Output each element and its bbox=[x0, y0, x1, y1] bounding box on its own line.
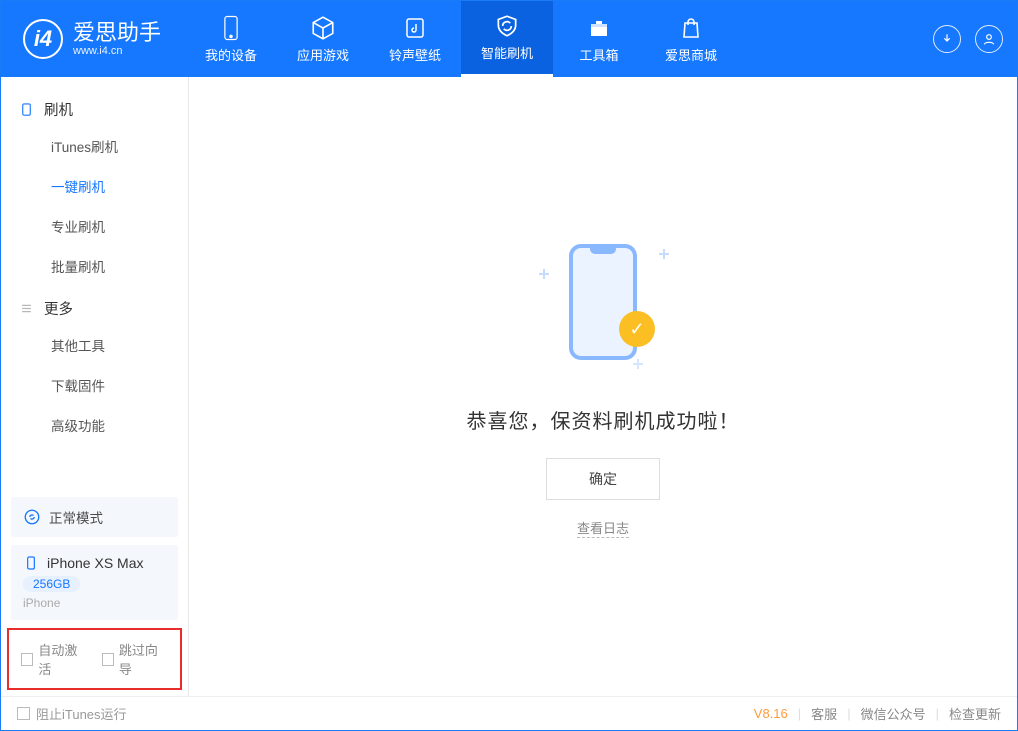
checkbox-auto-activate[interactable]: 自动激活 bbox=[21, 640, 88, 678]
header-right bbox=[933, 25, 1003, 53]
sidebar-item-oneclick-flash[interactable]: 一键刷机 bbox=[1, 166, 188, 206]
nav-toolbox[interactable]: 工具箱 bbox=[553, 1, 645, 77]
nav-label: 智能刷机 bbox=[481, 43, 533, 62]
footer-right: V8.16 | 客服 | 微信公众号 | 检查更新 bbox=[754, 704, 1001, 723]
separator: | bbox=[936, 706, 939, 721]
user-button[interactable] bbox=[975, 25, 1003, 53]
download-button[interactable] bbox=[933, 25, 961, 53]
sidebar-group-flash: 刷机 bbox=[1, 87, 188, 126]
mode-card[interactable]: 正常模式 bbox=[11, 497, 178, 537]
nav-label: 爱思商城 bbox=[665, 45, 717, 64]
checkbox-label: 跳过向导 bbox=[119, 640, 168, 678]
mode-label: 正常模式 bbox=[49, 507, 103, 527]
footer-left: 阻止iTunes运行 bbox=[17, 704, 754, 723]
spark-icon bbox=[539, 269, 549, 279]
footer: 阻止iTunes运行 V8.16 | 客服 | 微信公众号 | 检查更新 bbox=[1, 696, 1017, 730]
nav-ringtones[interactable]: 铃声壁纸 bbox=[369, 1, 461, 77]
success-illustration: ✓ bbox=[533, 235, 673, 375]
bag-icon bbox=[678, 15, 704, 41]
sidebar-item-download-firmware[interactable]: 下载固件 bbox=[1, 365, 188, 405]
nav-smart-flash[interactable]: 智能刷机 bbox=[461, 1, 553, 77]
device-icon bbox=[19, 102, 34, 117]
device-card[interactable]: iPhone XS Max 256GB iPhone bbox=[11, 545, 178, 620]
nav-label: 工具箱 bbox=[580, 45, 619, 64]
header: i4 爱思助手 www.i4.cn 我的设备 应用游戏 铃声壁纸 智能刷机 bbox=[1, 1, 1017, 77]
sidebar-item-pro-flash[interactable]: 专业刷机 bbox=[1, 206, 188, 246]
version-label: V8.16 bbox=[754, 706, 788, 721]
activation-options: 自动激活 跳过向导 bbox=[7, 628, 182, 690]
brand-logo-icon: i4 bbox=[23, 19, 63, 59]
checkbox-icon bbox=[21, 653, 33, 666]
sidebar-bottom: 正常模式 iPhone XS Max 256GB iPhone 自动激活 跳过向… bbox=[1, 493, 188, 696]
sidebar-item-batch-flash[interactable]: 批量刷机 bbox=[1, 246, 188, 286]
sidebar-group-title: 刷机 bbox=[44, 99, 73, 120]
checkbox-icon bbox=[102, 653, 114, 666]
checkbox-label: 自动激活 bbox=[38, 640, 87, 678]
footer-link-wechat[interactable]: 微信公众号 bbox=[861, 704, 926, 723]
nav-label: 我的设备 bbox=[205, 45, 257, 64]
separator: | bbox=[798, 706, 801, 721]
ok-button[interactable]: 确定 bbox=[546, 458, 660, 500]
checkbox-skip-wizard[interactable]: 跳过向导 bbox=[102, 640, 169, 678]
sidebar-item-itunes-flash[interactable]: iTunes刷机 bbox=[1, 126, 188, 166]
success-message: 恭喜您，保资料刷机成功啦！ bbox=[467, 405, 740, 434]
checkbox-icon bbox=[17, 707, 30, 720]
main-content: ✓ 恭喜您，保资料刷机成功啦！ 确定 查看日志 bbox=[189, 77, 1017, 696]
brand-subtitle: www.i4.cn bbox=[73, 45, 161, 57]
body: 刷机 iTunes刷机 一键刷机 专业刷机 批量刷机 更多 其他工具 下载固件 … bbox=[1, 77, 1017, 696]
device-type: iPhone bbox=[23, 596, 166, 610]
sidebar-group-title: 更多 bbox=[44, 298, 73, 319]
checkmark-badge-icon: ✓ bbox=[619, 311, 655, 347]
nav-store[interactable]: 爱思商城 bbox=[645, 1, 737, 77]
phone-icon bbox=[218, 15, 244, 41]
sidebar: 刷机 iTunes刷机 一键刷机 专业刷机 批量刷机 更多 其他工具 下载固件 … bbox=[1, 77, 189, 696]
list-icon bbox=[19, 301, 34, 316]
sidebar-item-other-tools[interactable]: 其他工具 bbox=[1, 325, 188, 365]
sidebar-scroll: 刷机 iTunes刷机 一键刷机 专业刷机 批量刷机 更多 其他工具 下载固件 … bbox=[1, 77, 188, 493]
refresh-shield-icon bbox=[494, 13, 520, 39]
brand-title: 爱思助手 bbox=[73, 21, 161, 45]
app-window: i4 爱思助手 www.i4.cn 我的设备 应用游戏 铃声壁纸 智能刷机 bbox=[0, 0, 1018, 731]
spark-icon bbox=[659, 249, 669, 259]
brand: i4 爱思助手 www.i4.cn bbox=[1, 19, 185, 59]
nav-label: 应用游戏 bbox=[297, 45, 349, 64]
phone-small-icon bbox=[23, 555, 39, 571]
spark-icon bbox=[633, 359, 643, 369]
sync-icon bbox=[23, 508, 41, 526]
main-nav: 我的设备 应用游戏 铃声壁纸 智能刷机 工具箱 爱思商城 bbox=[185, 1, 737, 77]
footer-link-update[interactable]: 检查更新 bbox=[949, 704, 1001, 723]
sidebar-group-more: 更多 bbox=[1, 286, 188, 325]
device-name: iPhone XS Max bbox=[47, 555, 144, 571]
footer-link-support[interactable]: 客服 bbox=[811, 704, 837, 723]
separator: | bbox=[847, 706, 850, 721]
checkbox-block-itunes[interactable]: 阻止iTunes运行 bbox=[17, 704, 127, 723]
toolbox-icon bbox=[586, 15, 612, 41]
nav-label: 铃声壁纸 bbox=[389, 45, 441, 64]
storage-badge: 256GB bbox=[23, 576, 80, 592]
music-note-icon bbox=[402, 15, 428, 41]
cube-icon bbox=[310, 15, 336, 41]
view-log-link[interactable]: 查看日志 bbox=[577, 518, 629, 538]
nav-apps-games[interactable]: 应用游戏 bbox=[277, 1, 369, 77]
checkbox-label: 阻止iTunes运行 bbox=[36, 704, 127, 723]
nav-my-device[interactable]: 我的设备 bbox=[185, 1, 277, 77]
sidebar-item-advanced[interactable]: 高级功能 bbox=[1, 405, 188, 445]
